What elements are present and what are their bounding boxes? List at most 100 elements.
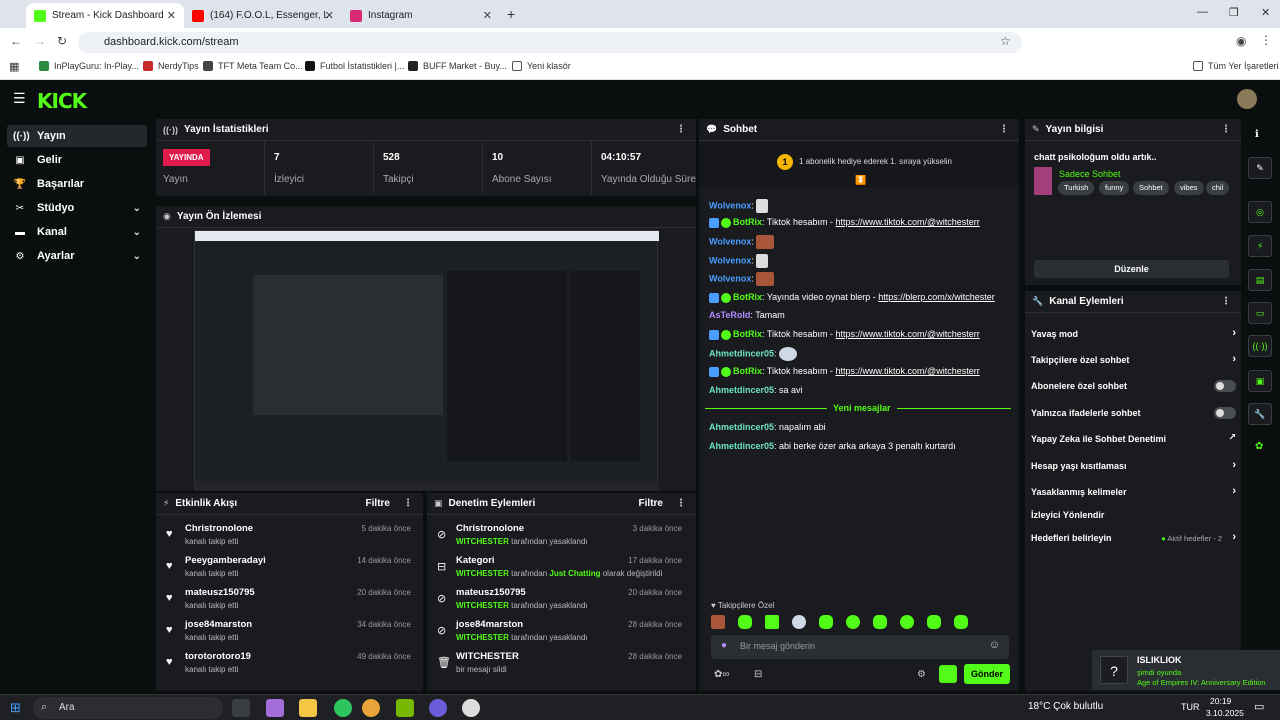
- profile-icon[interactable]: ◉: [1236, 34, 1246, 48]
- bookmark-item[interactable]: BUFF Market - Buy...: [408, 61, 507, 71]
- sidebar-item-yayin[interactable]: ((·)) Yayın: [7, 125, 147, 147]
- bookmark-folder[interactable]: Yeni klasör: [512, 61, 571, 71]
- chat-username[interactable]: BotRix: [733, 366, 762, 376]
- tag[interactable]: chil: [1206, 181, 1230, 195]
- banned-words-row[interactable]: Yasaklanmış kelimeler ›: [1031, 481, 1236, 505]
- forward-icon[interactable]: →: [34, 34, 46, 48]
- sidebar-item-gelir[interactable]: ▣ Gelir: [7, 149, 147, 171]
- tab-instagram[interactable]: Instagram ✕: [342, 3, 500, 28]
- nvidia-icon[interactable]: [396, 699, 414, 717]
- close-tab-icon[interactable]: ✕: [167, 9, 176, 22]
- close-tab-icon[interactable]: ✕: [325, 9, 334, 22]
- chat-input[interactable]: ● Bir mesaj gönderin ☺: [711, 635, 1009, 659]
- sidebar-item-studyo[interactable]: ✂ Stüdyo ⌄: [7, 197, 147, 219]
- game-notification[interactable]: ? ISLIKLIOK şimdi oyunda Age of Empires …: [1092, 650, 1280, 690]
- broadcast-rail-icon[interactable]: ((·)): [1248, 335, 1272, 357]
- back-icon[interactable]: ←: [10, 34, 22, 48]
- emoji-icon[interactable]: ☺: [989, 639, 1000, 651]
- url-input[interactable]: dashboard.kick.com/stream: [78, 32, 1022, 53]
- close-tab-icon[interactable]: ✕: [483, 9, 492, 22]
- bookmark-star-icon[interactable]: ☆: [1000, 34, 1011, 48]
- emote-icon[interactable]: [738, 615, 752, 629]
- chat-username[interactable]: Wolvenox: [709, 200, 751, 210]
- chat-username[interactable]: BotRix: [733, 329, 762, 339]
- users-rail-icon[interactable]: ✿: [1255, 441, 1263, 452]
- bookmark-item[interactable]: InPlayGuru: In-Play...: [39, 61, 139, 71]
- emote-icon[interactable]: [846, 615, 860, 629]
- activity-user[interactable]: Christronolone: [185, 523, 253, 534]
- edit-rail-icon[interactable]: ✎: [1248, 157, 1272, 179]
- more-options-icon[interactable]: ⋮: [1221, 124, 1231, 135]
- tab-kick-dashboard[interactable]: Stream - Kick Dashboard ✕: [26, 3, 184, 28]
- chat-username[interactable]: Ahmetdincer05: [709, 385, 774, 395]
- more-options-icon[interactable]: ⋮: [676, 498, 686, 509]
- raid-row[interactable]: İzleyici Yönlendir: [1031, 504, 1236, 528]
- emote-icon[interactable]: [792, 615, 806, 629]
- taskbar-search[interactable]: ⌕ Ara: [33, 697, 223, 719]
- wrench-rail-icon[interactable]: 🔧: [1248, 403, 1272, 425]
- activity-user[interactable]: jose84marston: [185, 619, 252, 630]
- mod-target[interactable]: jose84marston: [456, 619, 523, 630]
- tag[interactable]: vibes: [1174, 181, 1204, 195]
- emote-icon[interactable]: [927, 615, 941, 629]
- file-explorer-icon[interactable]: [299, 699, 317, 717]
- copilot-icon[interactable]: [266, 699, 284, 717]
- chrome-icon[interactable]: [362, 699, 380, 717]
- chat-username[interactable]: Ahmetdincer05: [709, 348, 774, 358]
- info-icon[interactable]: ℹ: [1255, 129, 1259, 140]
- emote-icon[interactable]: [711, 615, 725, 629]
- points-icon[interactable]: ✿∞: [714, 669, 730, 680]
- chat-rail-icon[interactable]: ▭: [1248, 302, 1272, 324]
- camera-rail-icon[interactable]: ◎: [1248, 201, 1272, 223]
- kick-bot-icon[interactable]: [939, 665, 957, 683]
- moderation-rail-icon[interactable]: ▣: [1248, 370, 1272, 392]
- activity-user[interactable]: torotorotoro19: [185, 651, 251, 662]
- tag[interactable]: funny: [1099, 181, 1130, 195]
- maximize-icon[interactable]: ❐: [1229, 6, 1239, 19]
- sidebar-item-basarilar[interactable]: 🏆 Başarılar: [7, 173, 147, 195]
- bookmark-item[interactable]: NerdyTips: [143, 61, 199, 71]
- mod-target[interactable]: Kategori: [456, 555, 495, 566]
- chat-settings-icon[interactable]: ⚙: [917, 669, 926, 680]
- emote-only-toggle[interactable]: [1214, 407, 1236, 419]
- subscribers-only-toggle[interactable]: [1214, 380, 1236, 392]
- edit-button[interactable]: Düzenle: [1034, 260, 1229, 278]
- whatsapp-icon[interactable]: [334, 699, 352, 717]
- sidebar-item-kanal[interactable]: ▬ Kanal ⌄: [7, 221, 147, 243]
- microphone-icon[interactable]: ●: [721, 640, 727, 651]
- chat-link[interactable]: https://www.tiktok.com/@witchesterr: [836, 217, 980, 227]
- sidebar-item-ayarlar[interactable]: ⚙ Ayarlar ⌄: [7, 245, 147, 267]
- hamburger-menu-icon[interactable]: ☰: [13, 90, 26, 107]
- stream-preview-video[interactable]: [194, 230, 659, 491]
- emote-icon[interactable]: [873, 615, 887, 629]
- filter-button[interactable]: Filtre: [366, 498, 390, 509]
- mod-actor[interactable]: WITCHESTER: [456, 569, 509, 578]
- chat-username[interactable]: Wolvenox: [709, 273, 751, 283]
- chat-link[interactable]: https://blerp.com/x/witchester: [878, 292, 995, 302]
- more-options-icon[interactable]: ⋮: [999, 124, 1009, 135]
- mod-actor[interactable]: WITCHESTER: [456, 601, 509, 610]
- mod-target[interactable]: mateusz150795: [456, 587, 526, 598]
- expand-icon[interactable]: ⏬: [855, 175, 866, 186]
- windows-start-icon[interactable]: ⊞: [10, 700, 21, 716]
- clock-date[interactable]: 3.10.2025: [1206, 708, 1244, 718]
- notifications-icon[interactable]: ▭: [1254, 700, 1264, 713]
- emote-icon[interactable]: [954, 615, 968, 629]
- kick-logo[interactable]: KICK: [37, 89, 87, 113]
- reload-icon[interactable]: ↻: [57, 34, 67, 48]
- chat-username[interactable]: Ahmetdincer05: [709, 441, 774, 451]
- mod-actor[interactable]: WITCHESTER: [456, 537, 509, 546]
- filter-button[interactable]: Filtre: [639, 498, 663, 509]
- mod-target[interactable]: Christronolone: [456, 523, 524, 534]
- obs-icon[interactable]: [462, 699, 480, 717]
- clock-time[interactable]: 20:19: [1210, 696, 1231, 706]
- menu-icon[interactable]: ⋮: [1260, 33, 1272, 47]
- language-indicator[interactable]: TUR: [1181, 702, 1200, 712]
- discord-icon[interactable]: [429, 699, 447, 717]
- stream-category[interactable]: Sadece Sohbet: [1059, 169, 1121, 179]
- lightning-rail-icon[interactable]: ⚡: [1248, 235, 1272, 257]
- bookmark-item[interactable]: TFT Meta Team Co...: [203, 61, 303, 71]
- gift-goal-banner[interactable]: 1 1 abonelik hediye ederek 1. sıraya yük…: [699, 142, 1019, 188]
- tag[interactable]: Turkish: [1058, 181, 1095, 195]
- chat-username[interactable]: Wolvenox: [709, 236, 751, 246]
